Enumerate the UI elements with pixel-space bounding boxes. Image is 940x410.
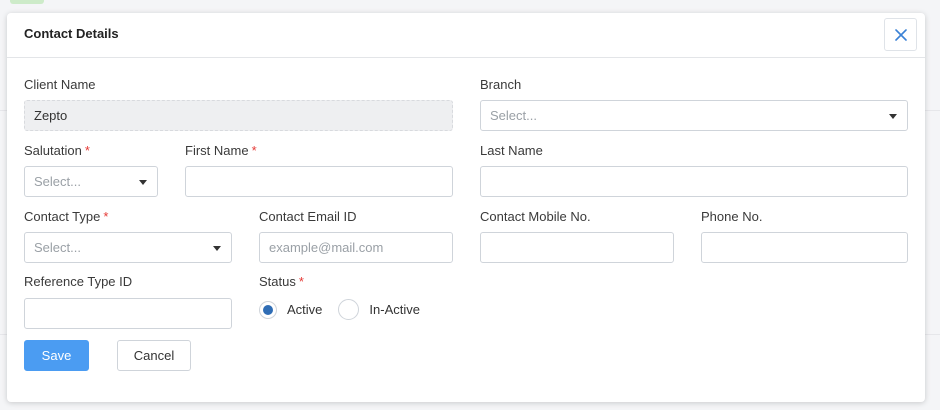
chevron-down-icon — [213, 246, 221, 251]
contact-type-placeholder: Select... — [34, 240, 81, 255]
required-marker: * — [298, 274, 304, 289]
status-radio-inactive[interactable] — [338, 299, 360, 320]
client-name-field: Zepto — [24, 100, 453, 131]
reference-type-input[interactable] — [24, 298, 232, 329]
phone-label: Phone No. — [701, 209, 763, 224]
background-badge — [10, 0, 44, 4]
required-marker: * — [103, 209, 109, 224]
save-button[interactable]: Save — [24, 340, 89, 371]
status-active-label[interactable]: Active — [287, 302, 322, 317]
radio-selected-dot — [263, 304, 273, 315]
modal-title: Contact Details — [24, 26, 119, 41]
first-name-label: First Name * — [185, 143, 257, 158]
contact-type-label: Contact Type * — [24, 209, 108, 224]
contact-mobile-label: Contact Mobile No. — [480, 209, 591, 224]
modal-header: Contact Details — [7, 13, 925, 58]
contact-email-input[interactable]: example@mail.com — [259, 232, 453, 263]
last-name-label: Last Name — [480, 143, 543, 158]
salutation-placeholder: Select... — [34, 174, 81, 189]
first-name-label-text: First Name — [185, 143, 249, 158]
phone-input[interactable] — [701, 232, 908, 263]
close-button[interactable] — [884, 18, 917, 51]
salutation-label-text: Salutation — [24, 143, 82, 158]
required-marker: * — [251, 143, 257, 158]
branch-select[interactable]: Select... — [480, 100, 908, 131]
client-name-label: Client Name — [24, 77, 96, 92]
client-name-value: Zepto — [34, 108, 68, 123]
contact-mobile-input[interactable] — [480, 232, 674, 263]
required-marker: * — [84, 143, 90, 158]
reference-type-label: Reference Type ID — [24, 274, 133, 289]
status-inactive-label[interactable]: In-Active — [369, 302, 420, 317]
branch-placeholder: Select... — [490, 108, 537, 123]
chevron-down-icon — [139, 180, 147, 185]
salutation-label: Salutation * — [24, 143, 90, 158]
contact-details-modal: Contact Details Client Name Zepto Branch… — [7, 13, 925, 402]
status-radio-group: Active In-Active — [259, 299, 436, 320]
contact-type-select[interactable]: Select... — [24, 232, 232, 263]
status-radio-active[interactable] — [259, 300, 277, 319]
last-name-input[interactable] — [480, 166, 908, 197]
salutation-select[interactable]: Select... — [24, 166, 158, 197]
contact-email-label: Contact Email ID — [259, 209, 357, 224]
cancel-button[interactable]: Cancel — [117, 340, 191, 371]
chevron-down-icon — [889, 114, 897, 119]
status-label: Status * — [259, 274, 304, 289]
status-label-text: Status — [259, 274, 296, 289]
contact-email-placeholder: example@mail.com — [269, 240, 384, 255]
first-name-input[interactable] — [185, 166, 453, 197]
close-icon — [894, 28, 907, 41]
branch-label: Branch — [480, 77, 522, 92]
contact-type-label-text: Contact Type — [24, 209, 101, 224]
